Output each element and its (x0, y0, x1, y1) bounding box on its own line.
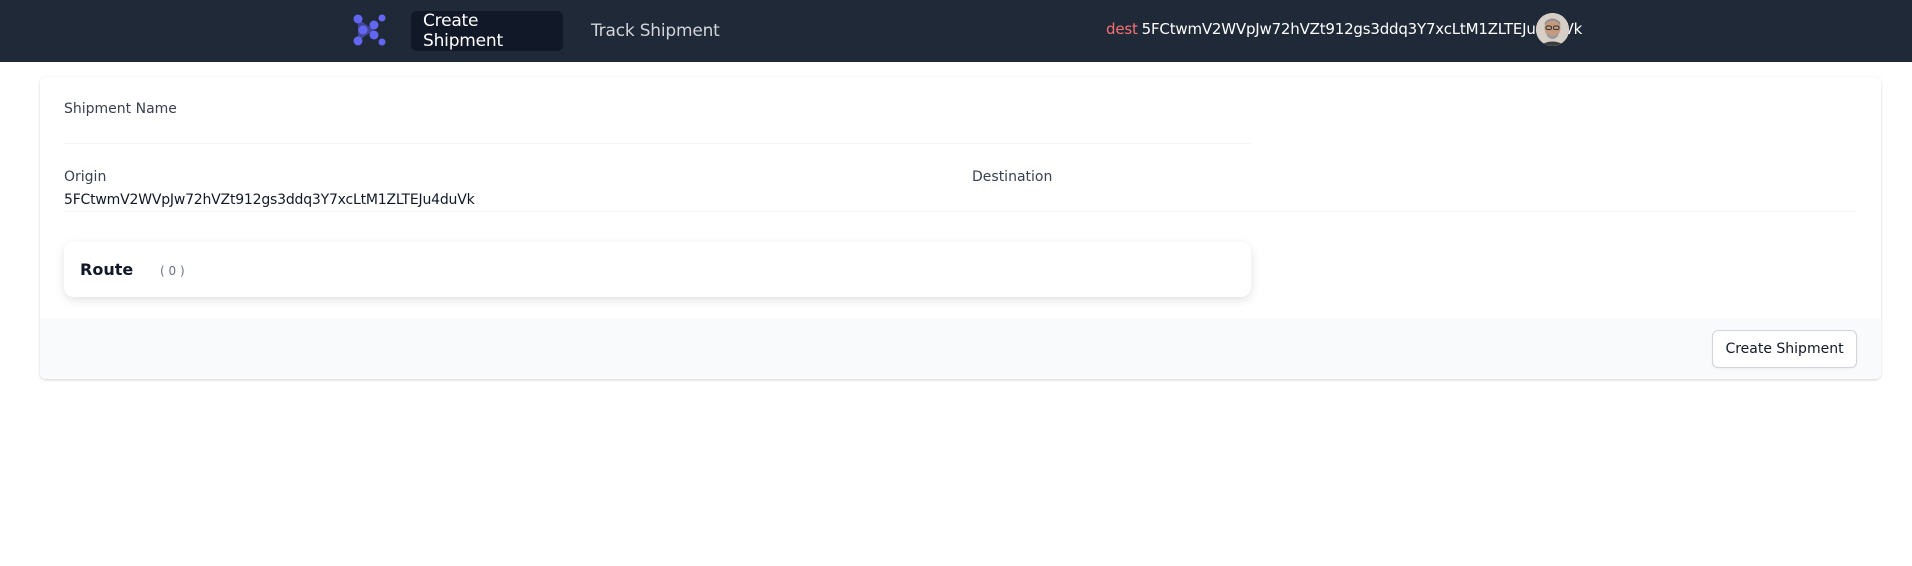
tab-create-shipment[interactable]: Create Shipment (411, 11, 563, 51)
origin-input[interactable] (64, 188, 972, 212)
app-logo-icon[interactable] (350, 12, 388, 48)
route-panel[interactable]: Route ( 0 ) (64, 242, 1251, 297)
account-prefix: dest (1106, 20, 1138, 38)
top-navbar: Create Shipment Track Shipment dest 5FCtw… (0, 0, 1912, 62)
destination-label: Destination (972, 169, 1053, 185)
destination-input[interactable] (972, 188, 1857, 212)
create-shipment-button[interactable]: Create Shipment (1712, 330, 1857, 368)
account-address-text: 5FCtwmV2WVpJw72hVZt912gs3ddq3Y7xcLtM1ZLT… (1141, 20, 1583, 38)
user-avatar[interactable] (1536, 13, 1569, 46)
card-footer: Create Shipment (40, 318, 1881, 379)
route-count: ( 0 ) (160, 264, 185, 278)
create-shipment-card: Shipment Name Origin Destination Route (… (40, 77, 1881, 379)
avatar-face-icon (1536, 13, 1569, 46)
shipment-name-input[interactable] (64, 120, 1251, 144)
route-title: Route (80, 260, 134, 279)
tab-track-shipment[interactable]: Track Shipment (579, 11, 732, 51)
account-address: dest 5FCtwmV2WVpJw72hVZt912gs3ddq3Y7xcLtM… (1106, 20, 1582, 38)
origin-label: Origin (64, 169, 107, 185)
shipment-name-label: Shipment Name (64, 101, 177, 117)
